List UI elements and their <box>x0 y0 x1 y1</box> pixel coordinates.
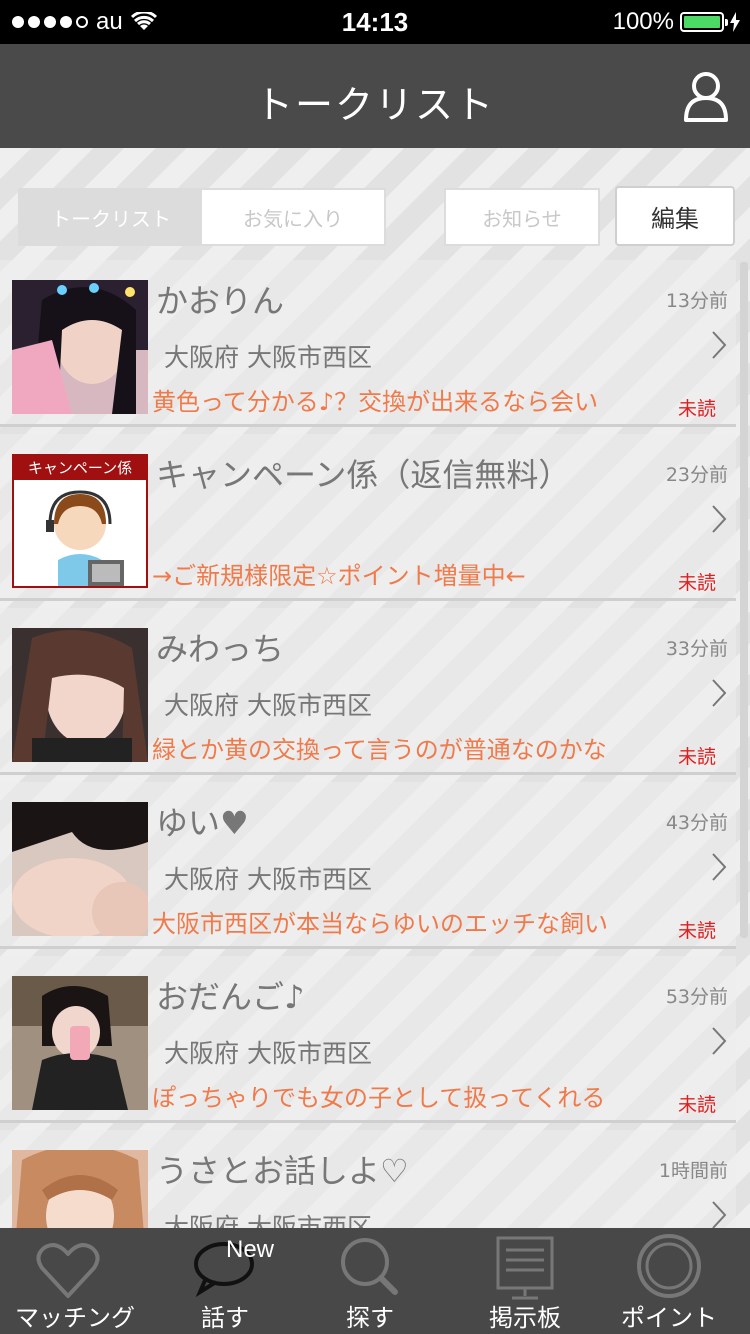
avatar <box>12 802 148 936</box>
message-preview: 黄色って分かる♪？交換が出来るなら会い <box>152 388 599 416</box>
notice-button[interactable]: お知らせ <box>444 188 600 246</box>
battery-area: 100% <box>613 8 740 36</box>
conversation-row[interactable]: キャンペーン係 キャンペーン係（返信無料） 23分前 →ご新規様限定☆ポイント増… <box>0 434 736 601</box>
chevron-right-icon <box>712 853 727 881</box>
avatar <box>12 976 148 1110</box>
contact-name: ゆい♥ <box>156 804 249 842</box>
contact-location: 大阪府 大阪市西区 <box>164 691 372 720</box>
tab-label: マッチング <box>15 1304 135 1332</box>
message-preview: 緑とか黄の交換って言うのが普通なのかな <box>152 736 607 764</box>
tab-label: ポイント <box>621 1304 717 1332</box>
conversation-row[interactable]: うさとお話しよ♡ 1時間前 大阪府 大阪市西区 <box>0 1130 736 1228</box>
scrollbar[interactable] <box>740 262 748 938</box>
unread-badge: 未読 <box>677 572 716 594</box>
unread-badge: 未読 <box>677 398 716 420</box>
status-bar: au 14:13 100% <box>0 0 750 44</box>
message-time: 53分前 <box>665 986 728 1008</box>
contact-location: 大阪府 大阪市西区 <box>164 1039 372 1068</box>
talk-list-content: トークリスト お気に入り お知らせ 編集 かおりん 13分前 大阪府 大阪市西区… <box>0 148 750 1228</box>
bottom-tab-bar: マッチング 話す New 探す 掲示板 ポイント <box>0 1228 750 1334</box>
message-time: 1時間前 <box>658 1160 728 1182</box>
profile-icon[interactable] <box>682 70 730 122</box>
heart-icon <box>36 1243 100 1298</box>
chevron-right-icon <box>712 505 727 533</box>
contact-name: みわっち <box>156 630 285 668</box>
contact-location: 大阪府 大阪市西区 <box>164 343 372 372</box>
message-time: 33分前 <box>665 638 728 660</box>
segment-tabs: トークリスト お気に入り <box>18 188 386 246</box>
chevron-right-icon <box>712 331 727 359</box>
message-time: 23分前 <box>665 464 728 486</box>
contact-name: うさとお話しよ♡ <box>156 1152 409 1190</box>
tab-talk[interactable]: 話す <box>150 1228 300 1334</box>
unread-badge: 未読 <box>677 920 716 942</box>
board-icon <box>496 1236 554 1300</box>
message-preview: 大阪市西区が本当ならゆいのエッチな飼い <box>152 910 608 938</box>
battery-percent: 100% <box>612 8 674 35</box>
avatar <box>12 280 148 414</box>
speech-bubble-icon <box>194 1242 254 1298</box>
tab-points[interactable]: ポイント <box>594 1228 744 1334</box>
message-preview: ぽっちゃりでも女の子として扱ってくれる <box>152 1084 606 1112</box>
contact-name: おだんご♪ <box>156 978 305 1016</box>
edit-button[interactable]: 編集 <box>615 186 735 246</box>
campaign-avatar-label: キャンペーン係 <box>14 456 146 480</box>
unread-badge: 未読 <box>677 1094 716 1116</box>
conversation-row[interactable]: みわっち 33分前 大阪府 大阪市西区 緑とか黄の交換って言うのが普通なのかな … <box>0 608 736 775</box>
contact-name: かおりん <box>156 282 285 320</box>
new-badge: New <box>226 1236 275 1263</box>
page-title: トークリスト <box>254 83 495 127</box>
conversation-row[interactable]: おだんご♪ 53分前 大阪府 大阪市西区 ぽっちゃりでも女の子として扱ってくれる… <box>0 956 736 1123</box>
chevron-right-icon <box>712 1201 727 1228</box>
chevron-right-icon <box>712 1027 727 1055</box>
contact-location: 大阪府 大阪市西区 <box>164 865 372 894</box>
tab-matching[interactable]: マッチング <box>0 1228 150 1334</box>
coin-icon <box>637 1234 701 1298</box>
charging-icon <box>730 12 740 32</box>
tab-board[interactable]: 掲示板 <box>450 1228 600 1334</box>
navigation-bar: トークリスト <box>0 44 750 148</box>
message-time: 43分前 <box>665 812 728 834</box>
tab-favorites[interactable]: お気に入り <box>202 190 384 244</box>
avatar: キャンペーン係 <box>12 454 148 588</box>
conversation-row[interactable]: ゆい♥ 43分前 大阪府 大阪市西区 大阪市西区が本当ならゆいのエッチな飼い 未… <box>0 782 736 949</box>
tab-talk-list[interactable]: トークリスト <box>20 190 202 244</box>
contact-location: 大阪府 大阪市西区 <box>164 1213 372 1228</box>
contact-name: キャンペーン係（返信無料） <box>156 456 571 494</box>
tab-search[interactable]: 探す <box>295 1228 445 1334</box>
message-preview: →ご新規様限定☆ポイント増量中← <box>152 562 526 590</box>
chevron-right-icon <box>712 679 727 707</box>
tab-label: 掲示板 <box>489 1304 561 1332</box>
conversation-list: かおりん 13分前 大阪府 大阪市西区 黄色って分かる♪？交換が出来るなら会い … <box>0 260 750 1228</box>
avatar <box>12 628 148 762</box>
tab-label: 話す <box>201 1304 249 1332</box>
battery-icon <box>680 12 728 32</box>
conversation-row[interactable]: かおりん 13分前 大阪府 大阪市西区 黄色って分かる♪？交換が出来るなら会い … <box>0 260 736 427</box>
tab-label: 探す <box>346 1304 394 1332</box>
avatar <box>12 1150 148 1228</box>
message-time: 13分前 <box>665 290 728 312</box>
magnifier-icon <box>341 1238 398 1295</box>
unread-badge: 未読 <box>677 746 716 768</box>
